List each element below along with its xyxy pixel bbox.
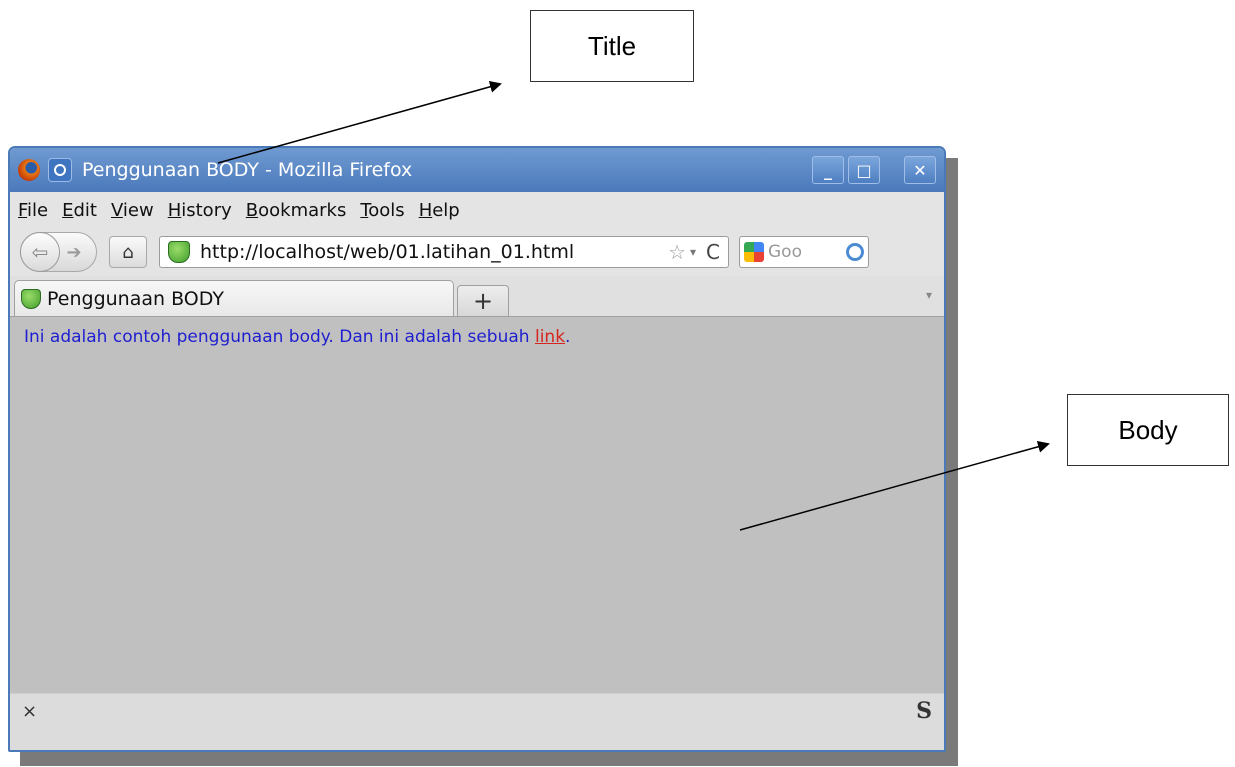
home-icon[interactable]: ⌂: [109, 236, 147, 268]
menu-tools[interactable]: Tools: [360, 200, 404, 221]
reload-icon[interactable]: C: [706, 240, 720, 264]
back-forward-group: ⇦ ➔: [20, 232, 97, 272]
search-text[interactable]: Goo: [768, 242, 846, 262]
body-link[interactable]: link: [535, 327, 565, 347]
window-title: Penggunaan BODY - Mozilla Firefox: [82, 159, 413, 181]
menu-edit[interactable]: Edit: [62, 200, 97, 221]
tab-shield-icon: [21, 288, 41, 309]
menu-history[interactable]: History: [168, 200, 232, 221]
page-icon: [48, 158, 72, 182]
new-tab-button[interactable]: +: [457, 285, 509, 316]
url-bar[interactable]: http://localhost/web/01.latihan_01.html …: [159, 236, 729, 268]
menu-view[interactable]: View: [111, 200, 154, 221]
body-text-end: .: [565, 327, 571, 347]
status-bar: × S: [10, 693, 944, 728]
body-callout: Body: [1067, 394, 1229, 466]
tab-label: Penggunaan BODY: [47, 287, 224, 310]
back-icon[interactable]: ⇦: [20, 232, 60, 272]
navigation-toolbar: ⇦ ➔ ⌂ http://localhost/web/01.latihan_01…: [10, 228, 944, 276]
url-dropdown-icon[interactable]: ▾: [690, 245, 696, 259]
minimize-button[interactable]: _: [812, 156, 844, 184]
page-body: Ini adalah contoh penggunaan body. Dan i…: [10, 317, 944, 693]
forward-icon[interactable]: ➔: [60, 242, 88, 263]
body-callout-label: Body: [1118, 414, 1178, 445]
addon-icon[interactable]: S: [916, 698, 932, 724]
close-button[interactable]: ✕: [904, 156, 936, 184]
title-callout: Title: [530, 10, 694, 82]
status-close-icon[interactable]: ×: [22, 701, 37, 722]
tab-penggunaan-body[interactable]: Penggunaan BODY: [14, 280, 454, 316]
menu-file[interactable]: File: [18, 200, 48, 221]
title-callout-label: Title: [587, 30, 637, 61]
shield-icon[interactable]: [168, 241, 190, 263]
magnifier-icon[interactable]: [846, 243, 864, 261]
maximize-button[interactable]: □: [848, 156, 880, 184]
browser-window: Penggunaan BODY - Mozilla Firefox _ □ ✕ …: [8, 146, 946, 752]
menu-bar: File Edit View History Bookmarks Tools H…: [10, 192, 944, 228]
url-text[interactable]: http://localhost/web/01.latihan_01.html: [200, 241, 662, 263]
body-text: Ini adalah contoh penggunaan body. Dan i…: [24, 327, 535, 347]
star-icon[interactable]: ☆: [668, 240, 686, 264]
menu-bookmarks[interactable]: Bookmarks: [246, 200, 347, 221]
google-icon[interactable]: [744, 242, 764, 262]
menu-help[interactable]: Help: [419, 200, 460, 221]
tab-strip: Penggunaan BODY + ▾: [10, 276, 944, 317]
firefox-icon[interactable]: [18, 159, 40, 181]
tab-list-icon[interactable]: ▾: [926, 288, 932, 302]
title-bar: Penggunaan BODY - Mozilla Firefox _ □ ✕: [10, 148, 944, 192]
search-bar[interactable]: Goo: [739, 236, 869, 268]
